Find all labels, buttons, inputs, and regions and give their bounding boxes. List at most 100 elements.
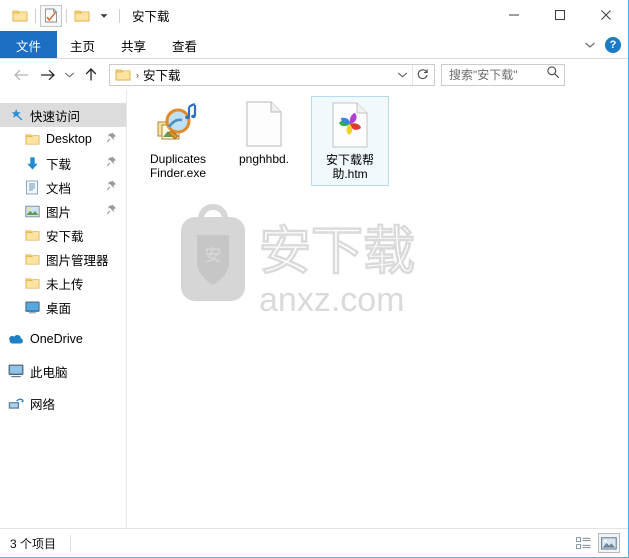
folder-icon bbox=[24, 227, 40, 243]
sidebar-item-label: 安下载 bbox=[46, 229, 84, 244]
chevron-down-icon[interactable] bbox=[93, 5, 115, 27]
up-button[interactable] bbox=[78, 63, 104, 87]
refresh-icon[interactable] bbox=[412, 64, 432, 85]
toolbar-divider bbox=[35, 8, 36, 23]
file-name: 安下载帮助.htm bbox=[325, 153, 374, 181]
toolbar-divider-2 bbox=[66, 8, 67, 23]
sidebar-item-label: 图片 bbox=[46, 205, 72, 220]
folder-icon bbox=[24, 251, 40, 267]
pin-icon[interactable] bbox=[106, 204, 117, 218]
sidebar-item-label: 未上传 bbox=[46, 277, 84, 292]
sidebar-item-onedrive[interactable]: OneDrive bbox=[0, 327, 126, 351]
search-box[interactable] bbox=[441, 63, 565, 86]
sidebar-item-quick-access[interactable]: 快速访问 bbox=[0, 103, 126, 127]
tab-file[interactable]: 文件 bbox=[0, 31, 58, 59]
ribbon-divider bbox=[0, 58, 628, 59]
sidebar-item-label: 下载 bbox=[46, 157, 72, 172]
html-pinwheel-icon bbox=[326, 101, 374, 149]
sidebar-item-picture-manager[interactable]: 图片管理器 bbox=[0, 247, 126, 271]
maximize-button[interactable] bbox=[537, 0, 583, 30]
breadcrumb-separator: › bbox=[136, 69, 139, 80]
documents-icon bbox=[24, 179, 40, 195]
pictures-icon bbox=[24, 203, 40, 219]
network-icon bbox=[8, 395, 24, 411]
file-item[interactable]: Duplicates Finder.exe bbox=[139, 96, 217, 186]
tab-share[interactable]: 共享 bbox=[108, 31, 159, 59]
folder-icon[interactable] bbox=[9, 5, 31, 27]
pin-icon[interactable] bbox=[106, 156, 117, 170]
sidebar-item-this-pc[interactable]: 此电脑 bbox=[0, 359, 126, 383]
quick-access-toolbar: 安下载 bbox=[0, 4, 170, 27]
pin-icon[interactable] bbox=[106, 132, 117, 146]
sidebar-item-network[interactable]: 网络 bbox=[0, 391, 126, 415]
download-arrow-icon bbox=[24, 155, 40, 171]
watermark-brand-text: 安下载 bbox=[259, 223, 415, 281]
sidebar-item-label: 文档 bbox=[46, 181, 72, 196]
status-bar: 3 个项目 bbox=[0, 528, 628, 557]
breadcrumb-folder-icon[interactable] bbox=[115, 68, 131, 82]
sidebar-item-label: 网络 bbox=[30, 397, 56, 412]
watermark-bag-icon: 安 bbox=[181, 203, 245, 301]
file-name: pnghhbd. bbox=[238, 152, 290, 166]
duplicates-finder-app-icon bbox=[154, 100, 202, 148]
properties-icon[interactable] bbox=[40, 4, 62, 27]
folder-icon bbox=[24, 131, 40, 147]
tab-view[interactable]: 查看 bbox=[159, 31, 210, 59]
title-bar: 安下载 bbox=[0, 0, 628, 31]
address-bar[interactable]: › 安下载 bbox=[109, 63, 435, 86]
close-button[interactable] bbox=[583, 0, 628, 30]
window-controls bbox=[491, 0, 628, 30]
sidebar-item-label: 桌面 bbox=[46, 301, 72, 316]
tab-home[interactable]: 主页 bbox=[57, 31, 108, 59]
ribbon-tab-bar: 文件 主页 共享 查看 ? bbox=[0, 31, 628, 59]
help-icon[interactable]: ? bbox=[605, 37, 621, 53]
search-input[interactable] bbox=[449, 67, 543, 82]
file-name: Duplicates Finder.exe bbox=[149, 152, 207, 180]
folder-icon bbox=[24, 275, 40, 291]
file-explorer-window: 安下载 文件 主页 共享 查看 ? › 安下载 搜索"安下载" 快速访问 Des… bbox=[0, 0, 629, 558]
minimize-button[interactable] bbox=[491, 0, 537, 30]
sidebar-item-label: 图片管理器 bbox=[46, 253, 109, 268]
view-mode-buttons bbox=[572, 533, 620, 553]
navigation-bar: › 安下载 bbox=[0, 60, 628, 89]
forward-button[interactable] bbox=[34, 63, 60, 87]
recent-locations-chevron-down-icon[interactable] bbox=[60, 63, 78, 87]
item-count-label: 3 个项目 bbox=[10, 536, 57, 551]
file-list-pane[interactable]: 安 安下载 anxz.com Duplicates Finder.exe png… bbox=[127, 90, 628, 528]
blank-document-icon bbox=[240, 100, 288, 148]
pin-icon[interactable] bbox=[106, 180, 117, 194]
sidebar-item-anxiazai[interactable]: 安下载 bbox=[0, 223, 126, 247]
expand-ribbon-chevron-down-icon[interactable] bbox=[584, 36, 596, 54]
new-folder-icon[interactable] bbox=[71, 5, 93, 27]
navigation-pane[interactable]: 快速访问 Desktop 下载 文档 图片 安下载 图片管理器 未上传 桌面 O… bbox=[0, 90, 127, 528]
this-pc-icon bbox=[8, 363, 24, 379]
toolbar-divider-3 bbox=[119, 8, 120, 23]
sidebar-item-documents[interactable]: 文档 bbox=[0, 175, 126, 199]
watermark-url-text: anxz.com bbox=[259, 281, 405, 319]
details-view-button[interactable] bbox=[572, 533, 594, 553]
window-title: 安下载 bbox=[132, 10, 170, 24]
cloud-icon bbox=[8, 331, 24, 347]
sidebar-item-label: 此电脑 bbox=[30, 365, 68, 380]
sidebar-item-desktop-cn[interactable]: 桌面 bbox=[0, 295, 126, 319]
search-icon[interactable] bbox=[546, 65, 560, 84]
svg-text:安: 安 bbox=[205, 246, 222, 265]
breadcrumb-path[interactable]: 安下载 bbox=[143, 65, 181, 84]
explorer-body: 快速访问 Desktop 下载 文档 图片 安下载 图片管理器 未上传 桌面 O… bbox=[0, 90, 628, 528]
status-divider bbox=[70, 535, 72, 551]
sidebar-item-downloads[interactable]: 下载 bbox=[0, 151, 126, 175]
sidebar-item-not-uploaded[interactable]: 未上传 bbox=[0, 271, 126, 295]
large-icons-view-button[interactable] bbox=[598, 533, 620, 553]
sidebar-item-label: Desktop bbox=[46, 132, 92, 146]
file-item-selected[interactable]: 安下载帮助.htm bbox=[311, 96, 389, 186]
sidebar-item-label: 快速访问 bbox=[30, 109, 81, 124]
sidebar-item-pictures[interactable]: 图片 bbox=[0, 199, 126, 223]
file-item[interactable]: pnghhbd. bbox=[225, 96, 303, 186]
address-dropdown-chevron-down-icon[interactable] bbox=[393, 65, 411, 85]
sidebar-item-desktop-en[interactable]: Desktop bbox=[0, 127, 126, 151]
pin-star-icon bbox=[8, 107, 24, 123]
file-grid: Duplicates Finder.exe pnghhbd. 安下载帮助.htm bbox=[139, 96, 389, 186]
back-button[interactable] bbox=[8, 63, 34, 87]
